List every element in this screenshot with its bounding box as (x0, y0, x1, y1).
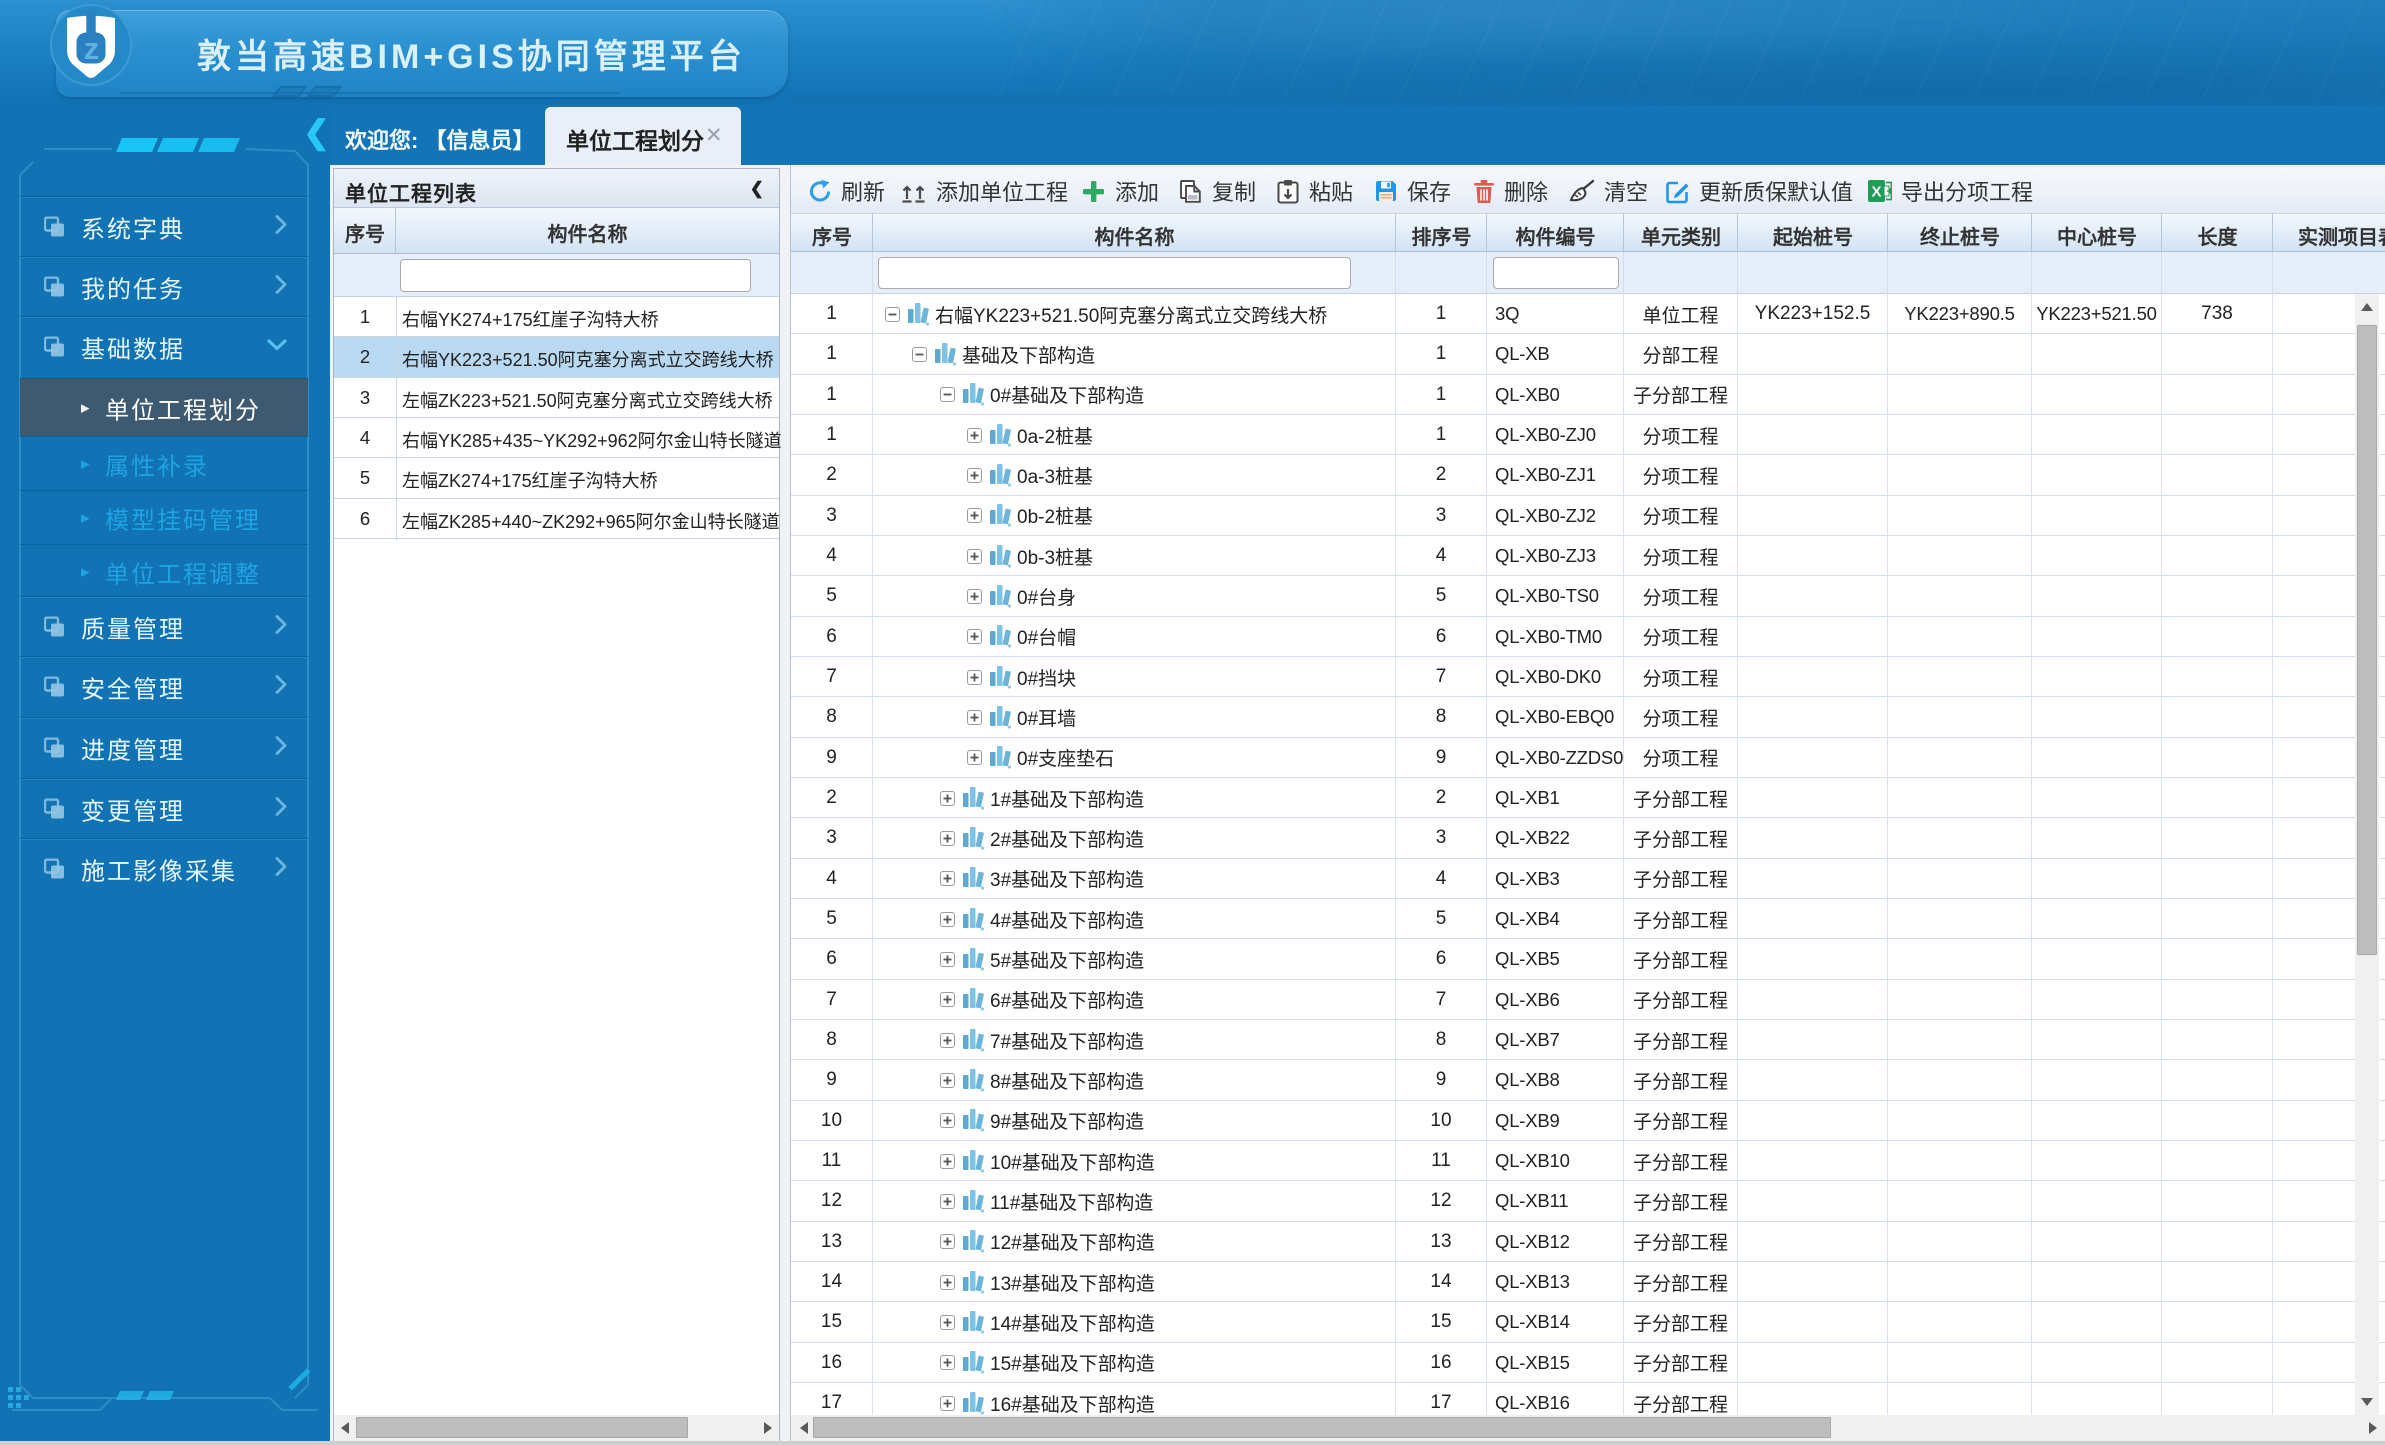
svg-text:z: z (84, 31, 100, 66)
svg-text:X: X (1871, 184, 1881, 201)
